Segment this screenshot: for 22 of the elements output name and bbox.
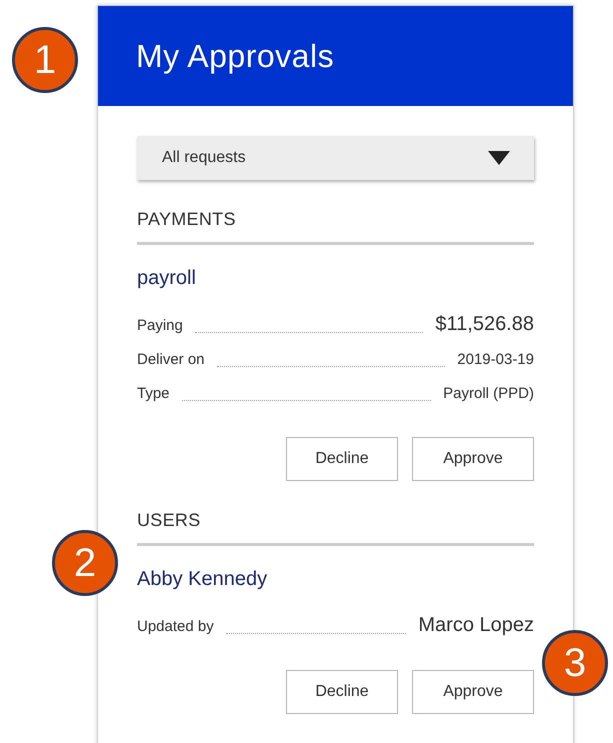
item-title: payroll xyxy=(137,266,197,291)
section-heading: USERS xyxy=(137,507,534,546)
decline-button[interactable]: Decline xyxy=(286,437,398,481)
field-value: Payroll (PPD) xyxy=(443,384,534,404)
panel-title: My Approvals xyxy=(136,37,334,76)
section-heading: PAYMENTS xyxy=(137,206,534,245)
field-label: Type xyxy=(137,384,170,404)
callout-number: 1 xyxy=(12,27,78,93)
caret-icon xyxy=(488,151,510,165)
decline-button[interactable]: Decline xyxy=(286,670,398,714)
approve-button[interactable]: Approve xyxy=(412,670,534,714)
field-label: Deliver on xyxy=(137,350,205,370)
callout-number: 2 xyxy=(52,530,118,596)
approve-button[interactable]: Approve xyxy=(412,437,534,481)
field-label: Updated by xyxy=(137,616,214,636)
field-label: Paying xyxy=(137,316,183,336)
item-title: Abby Kennedy xyxy=(137,567,268,592)
callout-number: 3 xyxy=(542,630,608,696)
field-value: $11,526.88 xyxy=(435,312,534,337)
field-value: 2019-03-19 xyxy=(457,350,534,370)
filter-dropdown[interactable]: All requests xyxy=(137,136,534,180)
field-value: Marco Lopez xyxy=(418,613,534,638)
